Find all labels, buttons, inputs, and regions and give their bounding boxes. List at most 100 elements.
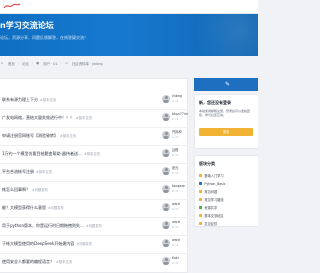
thread-author[interactable]: jinbng — [172, 94, 188, 98]
thread-tag[interactable]: #基本交流 — [84, 152, 100, 156]
thread-tag[interactable]: #基本交流 — [56, 260, 72, 264]
thread-title[interactable]: 平台合流帐号注册 #基本交流 — [2, 169, 152, 175]
thread-stats: 2 / 1 — [172, 117, 179, 121]
login-card-title: 新，您还没有登录 — [199, 100, 231, 105]
category-item[interactable]: 常见学习路线 — [199, 196, 224, 203]
category-label: Python_Basic — [204, 181, 226, 186]
category-label: 常见问题 — [204, 190, 218, 194]
category-icon — [199, 173, 203, 178]
category-label: 意见反馈 — [204, 222, 218, 226]
thread-title[interactable]: 用于python版本，你是运行时日期拖拽则失… #问题发布 — [2, 223, 152, 229]
category-icon — [199, 189, 203, 194]
thread-title[interactable]: 联系有源力理上下分 #基本交流 — [2, 97, 152, 103]
avatar[interactable] — [162, 167, 170, 175]
category-card-title: 版块分类 — [199, 161, 215, 166]
thread-tag[interactable]: #问题发布 — [48, 206, 64, 210]
thread-row[interactable]: 联系有源力理上下分 #基本交流 jinbng 0 / 0 — [0, 92, 188, 110]
thread-row[interactable]: 广发电网络，营结大量失效进行中！！！#基本交流 bkon77ring 2 / 1 — [0, 110, 188, 128]
avatar[interactable] — [162, 131, 170, 139]
login-card-text: 本站使用邮箱注册，登录后可以发帖回复，参与社区互动。 — [199, 109, 251, 118]
thread-row[interactable]: 帐怎么回事啊？ #问题发布 tangaze 0 / 0 — [0, 182, 188, 200]
avatar[interactable] — [162, 203, 170, 211]
thread-stats: 1 / 0 — [172, 135, 179, 139]
category-item[interactable]: 基本交流帖区 — [199, 212, 224, 219]
avatar[interactable] — [162, 257, 170, 265]
login-button[interactable]: 登录 — [199, 128, 253, 136]
thread-tag[interactable]: #问题发布 — [32, 188, 48, 192]
thread-title[interactable]: 能？大模型获得什么意思 #问题发布 — [2, 205, 152, 211]
thread-tag[interactable]: #基本交流 — [60, 134, 76, 138]
thread-row[interactable]: 1万钓一个模型仿要目结题变帮助-器持者送… #基本交流 吕程 0 / 0 — [0, 146, 188, 164]
thread-row[interactable]: 平台合流帐号注册 #基本交流 张元 0 / 0 — [0, 164, 188, 182]
thread-list: 联系有源力理上下分 #基本交流 jinbng 0 / 0 广发电网络，营结大量失效… — [0, 78, 188, 273]
brush-logo-icon[interactable] — [3, 2, 21, 10]
thread-title[interactable]: 1万钓一个模型仿要目结题变帮助-器持者送… #基本交流 — [2, 151, 152, 157]
thread-author[interactable]: 丹凤和 — [172, 130, 188, 134]
category-icon — [199, 213, 203, 218]
thread-author[interactable]: 吕程 — [172, 148, 188, 152]
thread-row[interactable]: 申请注册官网账号【测验致转】 #基本交流 丹凤和 1 / 0 — [0, 128, 188, 146]
thread-stats: 0 / 0 — [172, 243, 179, 247]
category-item[interactable]: 资源共享 — [199, 204, 217, 211]
folder-icon: ▭ — [64, 61, 69, 65]
avatar[interactable] — [162, 185, 170, 193]
thread-stats: 0 / 0 — [172, 225, 179, 229]
category-icon — [199, 181, 203, 186]
thread-stats: 0 / 0 — [172, 207, 179, 211]
thread-author[interactable]: tangaze — [172, 184, 188, 188]
thread-title[interactable]: 帐怎么回事啊？ #问题发布 — [2, 187, 152, 193]
thread-row[interactable]: 用于python版本，你是运行时日期拖拽则失… #问题发布 ward 0 / 0 — [0, 218, 188, 236]
category-item[interactable]: 意见反馈 — [199, 220, 217, 227]
login-card: 新，您还没有登录 本站使用邮箱注册，登录后可以发帖回复，参与社区互动。 登录 — [194, 94, 258, 149]
thread-stats: 0 / 0 — [172, 153, 179, 157]
new-post-button[interactable]: ✎ — [194, 78, 258, 91]
thread-tag[interactable]: #基本交流 — [40, 98, 56, 102]
thread-title[interactable]: 于帐大模型使用的DeepSeek开始建内容 #问题发布 — [2, 241, 152, 247]
thread-row[interactable]: 使用安全人都要的编程语言？ #基本交流 Kokr 0 / 0 — [0, 254, 188, 272]
category-item[interactable]: Python_Basic — [199, 180, 225, 187]
avatar[interactable] — [162, 239, 170, 247]
home-icon: ⌂ — [1, 61, 4, 65]
category-item[interactable]: 常见问题 — [199, 188, 217, 195]
breadcrumb-separator: › — [17, 61, 20, 65]
avatar[interactable] — [162, 149, 170, 157]
category-label: 常见学习路线 — [204, 198, 224, 202]
thread-tag[interactable]: #问题发布 — [76, 242, 92, 246]
thread-tag[interactable]: #问题发布 — [86, 224, 102, 228]
category-card: 版块分类 基础入门学习 Python_Basic 常见问题 常见学习路线 资源共… — [194, 155, 258, 227]
thread-title[interactable]: 使用安全人都要的编程语言？ #基本交流 — [2, 259, 152, 265]
thread-stats: 0 / 0 — [172, 189, 179, 193]
edit-icon: ✎ — [224, 81, 231, 88]
category-label: 基本交流帖区 — [204, 214, 224, 218]
breadcrumb-forum[interactable]: 论坛 — [22, 61, 29, 66]
thread-row[interactable]: 能？大模型获得什么意思 #问题发布 ward 0 / 0 — [0, 200, 188, 218]
thread-author[interactable]: Kokr — [172, 256, 188, 260]
category-item[interactable]: 基础入门学习 — [199, 172, 224, 179]
category-label: 基础入门学习 — [204, 174, 224, 178]
thread-author[interactable]: ward — [172, 220, 188, 224]
thread-stats: 0 / 0 — [172, 171, 179, 175]
thread-tag[interactable]: #基本交流 — [36, 170, 52, 174]
avatar[interactable] — [162, 113, 170, 121]
breadcrumb-section[interactable]: 社区资料库 · jinbng — [72, 61, 103, 66]
breadcrumb-separator: › — [31, 61, 34, 65]
thread-author[interactable]: ward — [172, 238, 188, 242]
thread-stats: 0 / 0 — [172, 261, 179, 265]
site-subtitle: 论坛，资源分享，问题反馈解答，在线答疑交流！ — [0, 35, 88, 40]
category-icon — [199, 197, 203, 202]
thread-tag[interactable]: #基本交流 — [76, 116, 92, 120]
thread-author[interactable]: bkon77ring — [172, 112, 188, 116]
thread-author[interactable]: 张元 — [172, 166, 188, 170]
breadcrumb: ⌂ 首页 › 论坛 › ● 用户 · 01 › ▭ 社区资料库 · jinbng — [0, 59, 258, 67]
user-icon: ● — [36, 61, 40, 65]
thread-row[interactable]: 于帐大模型使用的DeepSeek开始建内容 #问题发布 ward 0 / 0 — [0, 236, 188, 254]
thread-title[interactable]: 申请注册官网账号【测验致转】 #基本交流 — [2, 133, 152, 139]
avatar[interactable] — [162, 95, 170, 103]
breadcrumb-separator: › — [60, 61, 62, 65]
thread-author[interactable]: ward — [172, 202, 188, 206]
thread-title[interactable]: 广发电网络，营结大量失效进行中！！！ #基本交流 — [2, 115, 152, 121]
category-icon — [199, 205, 203, 210]
breadcrumb-user[interactable]: 用户 · 01 — [43, 61, 57, 66]
breadcrumb-home[interactable]: 首页 — [8, 61, 15, 66]
avatar[interactable] — [162, 221, 170, 229]
